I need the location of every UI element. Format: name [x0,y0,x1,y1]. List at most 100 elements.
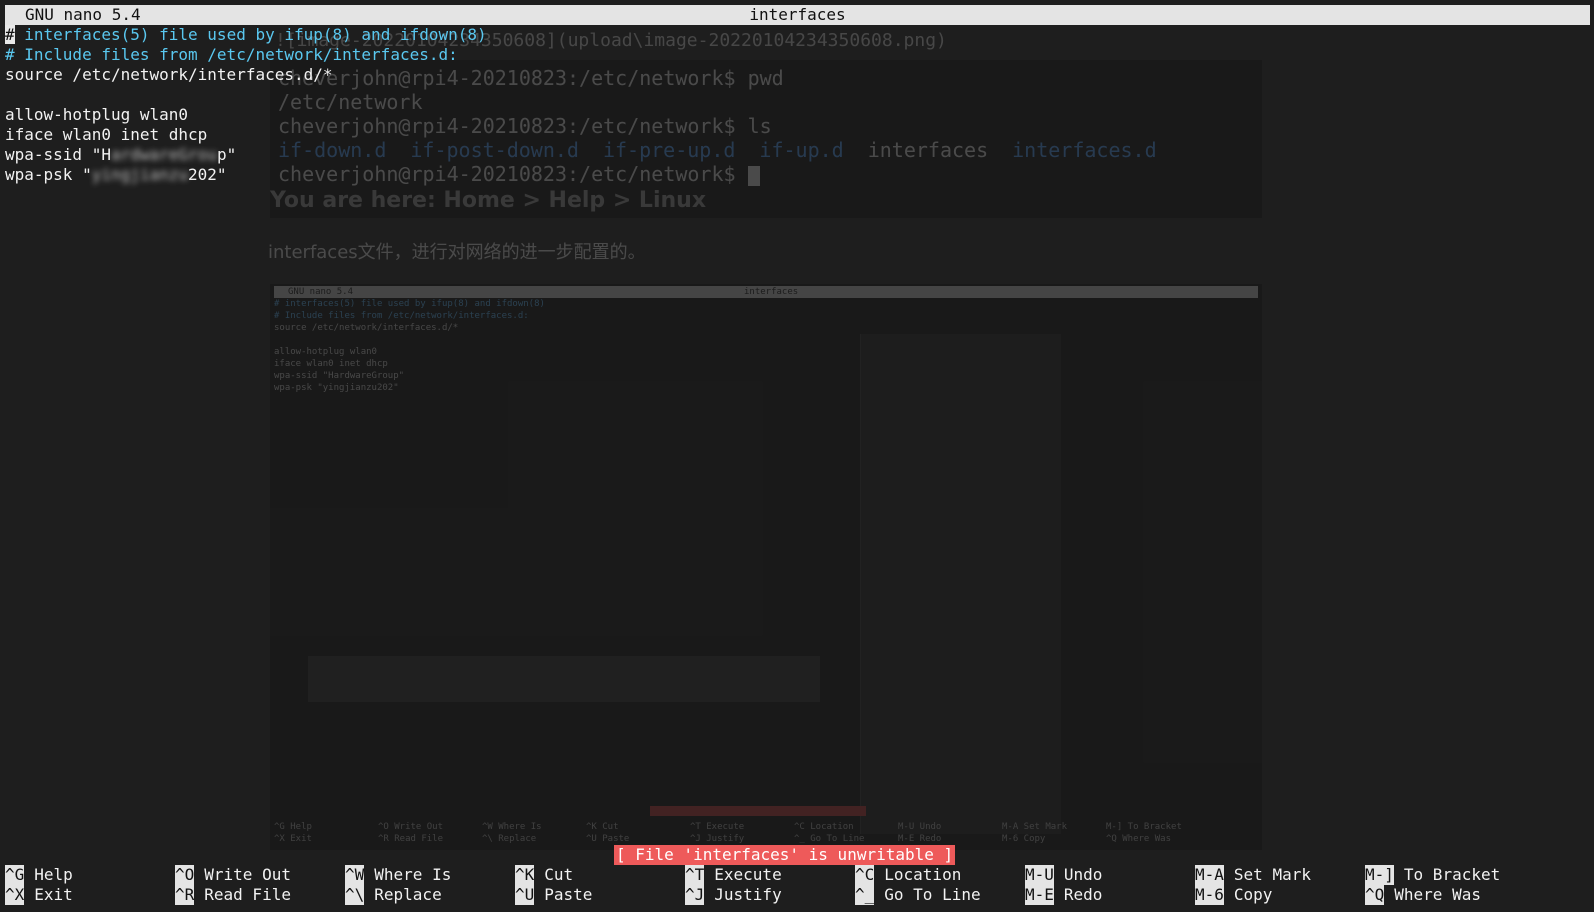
editor-line[interactable]: # interfaces(5) file used by ifup(8) and… [5,25,487,45]
shortcut-key: ^T [685,865,705,885]
shortcut-justify[interactable]: ^J Justify [685,885,782,905]
shortcut-label: Replace [374,885,442,904]
shortcut-key: ^K [515,865,535,885]
file-name: interfaces [749,5,846,24]
shortcut-label: Go To Line [884,885,981,904]
shortcut-label: Where Was [1394,885,1481,904]
shortcut-to-bracket[interactable]: M-] To Bracket [1365,865,1500,885]
status-message: [ File 'interfaces' is unwritable ] [614,845,956,865]
shortcut-label: Execute [714,865,782,884]
psk-prefix: wpa-psk " [5,165,92,184]
shortcut-label: Redo [1063,885,1103,904]
bg-shot-line: # Include files from /etc/network/interf… [274,311,529,321]
editor-line[interactable]: allow-hotplug wlan0 [5,105,188,125]
psk-suffix: 202" [188,165,227,184]
bg-shot-line: allow-hotplug wlan0 [274,347,377,357]
bg-ls-entry: if-post-down.d [410,138,579,162]
terminal-screen: ![image-20220104234350608](upload\image-… [0,0,1594,912]
bg-paragraph: interfaces文件，进行对网络的进一步配置的。 [268,242,646,263]
shortcut-undo[interactable]: M-U Undo [1025,865,1102,885]
shortcut-bar: ^G Help ^X Exit ^O Write Out ^R Read File ^W… [5,865,1585,909]
editor-line[interactable]: iface wlan0 inet dhcp [5,125,207,145]
shortcut-label: To Bracket [1403,865,1501,884]
shortcut-where-was[interactable]: ^Q Where Was [1365,885,1481,905]
bg-shot-line: wpa-ssid "HardwareGroup" [274,371,405,381]
bg-shot-shortcut: ^_ Go To Line [794,834,865,844]
bg-shot-line: # interfaces(5) file used by ifup(8) and… [274,299,545,309]
shortcut-label: Copy [1233,885,1273,904]
bg-shot-shortcut: ^J Justify [690,834,745,844]
shortcut-key: ^\ [345,885,365,905]
shortcut-label: Justify [714,885,782,904]
shortcut-key: ^C [855,865,875,885]
shortcut-where-is[interactable]: ^W Where Is [345,865,451,885]
shortcut-key: ^W [345,865,365,885]
bg-shot-shortcut: M-6 Copy [1002,834,1046,844]
shortcut-key: ^G [5,865,25,885]
psk-redacted: yingjianzu [91,165,189,184]
bg-ls-output: if-down.d if-post-down.d if-pre-up.d if-up.… [278,138,1181,162]
bg-cursor-block [747,165,760,186]
bg-terminal-line: /etc/network [278,90,423,114]
shortcut-execute[interactable]: ^T Execute [685,865,782,885]
bg-shot-line: wpa-psk "yingjianzu202" [274,383,399,393]
text-cursor: # [5,25,15,44]
shortcut-set-mark[interactable]: M-A Set Mark [1195,865,1311,885]
shortcut-read-file[interactable]: ^R Read File [175,885,291,905]
bg-shot-shortcut: ^K Cut [586,822,619,832]
bg-terminal-line: cheverjohn@rpi4-20210823:/etc/network$ l… [278,114,772,138]
editor-line[interactable]: # Include files from /etc/network/interf… [5,45,458,65]
background-page: ![image-20220104234350608](upload\image-… [0,0,1594,912]
bg-shot-title-left: GNU nano 5.4 [288,287,354,297]
nano-titlebar: GNU nano 5.4 interfaces [5,5,1590,25]
bg-terminal-line: cheverjohn@rpi4-20210823:/etc/network$ p… [278,66,784,90]
bg-ls-entry: if-pre-up.d [602,138,736,162]
editor-line-rest: interfaces(5) file used by ifup(8) and i… [14,25,487,44]
bg-shot-shortcut: ^\ Replace [482,834,537,844]
shortcut-label: Where Is [374,865,452,884]
shortcut-replace[interactable]: ^\ Replace [345,885,442,905]
shortcut-key: ^J [685,885,705,905]
bg-ls-entry: if-up.d [759,138,844,162]
shortcut-write-out[interactable]: ^O Write Out [175,865,291,885]
shortcut-label: Exit [34,885,73,904]
shortcut-key: ^Q [1365,885,1385,905]
shortcut-exit[interactable]: ^X Exit [5,885,73,905]
bg-ls-entry: interfaces.d [1012,138,1157,162]
shortcut-copy[interactable]: M-6 Copy [1195,885,1272,905]
bg-shot-shortcut: ^O Write Out [378,822,444,832]
bg-shot-shortcut: ^G Help [274,822,312,832]
bg-shot-sidebar [860,334,1061,834]
editor-line-psk[interactable]: wpa-psk "yingjianzu202" [5,165,227,185]
bg-shot-title-center: interfaces [744,287,799,297]
bg-shot-status [650,806,866,816]
shortcut-key: ^X [5,885,25,905]
bg-shot-shortcut: ^T Execute [690,822,745,832]
shortcut-location[interactable]: ^C Location [855,865,961,885]
shortcut-key: M-6 [1195,885,1224,905]
shortcut-help[interactable]: ^G Help [5,865,73,885]
shortcut-redo[interactable]: M-E Redo [1025,885,1102,905]
shortcut-cut[interactable]: ^K Cut [515,865,573,885]
shortcut-key: M-A [1195,865,1224,885]
bg-terminal-prompt: cheverjohn@rpi4-20210823:/etc/network$ [278,162,760,186]
bg-shot-titlebar: GNU nano 5.4 interfaces [274,286,1258,298]
bg-shot-shortcut: ^X Exit [274,834,312,844]
shortcut-key: M-E [1025,885,1054,905]
bg-embedded-screenshot: GNU nano 5.4 interfaces # interfaces(5) … [270,284,1262,850]
bg-shot-shortcut: M-E Redo [898,834,942,844]
bg-shot-shortcut: ^Q Where Was [1106,834,1172,844]
shortcut-paste[interactable]: ^U Paste [515,885,592,905]
bg-shot-shortcut: M-] To Bracket [1106,822,1182,832]
editor-line[interactable]: source /etc/network/interfaces.d/* [5,65,333,85]
shortcut-go-to-line[interactable]: ^_ Go To Line [855,885,981,905]
shortcut-key: ^_ [855,885,875,905]
editor-line-ssid[interactable]: wpa-ssid "HardwareGroup" [5,145,236,165]
ssid-redacted: ardwareGrou [110,145,217,164]
shortcut-label: Undo [1063,865,1103,884]
bg-shot-line: source /etc/network/interfaces.d/* [274,323,459,333]
shortcut-label: Help [34,865,73,884]
bg-shot-shortcut: ^U Paste [586,834,630,844]
shortcut-label: Read File [204,885,291,904]
shortcut-label: Set Mark [1233,865,1311,884]
